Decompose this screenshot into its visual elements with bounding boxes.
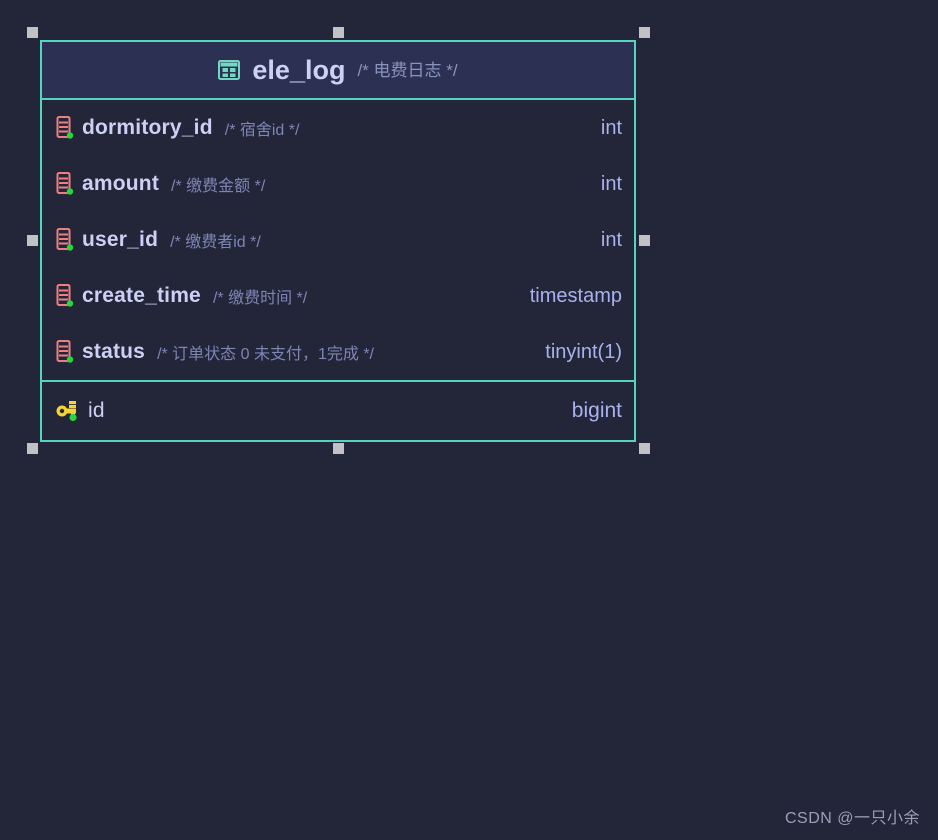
table-row[interactable]: user_id /* 缴费者id */ int (42, 212, 634, 268)
watermark: CSDN @一只小余 (784, 810, 920, 827)
key-icon (56, 401, 77, 422)
column-icon (56, 284, 74, 307)
handle-middle-right[interactable] (639, 235, 650, 246)
handle-top-right[interactable] (639, 27, 650, 38)
column-comment: /* 缴费时间 */ (212, 290, 308, 307)
primary-key-name: id (88, 399, 105, 422)
column-comment: /* 订单状态 0 未支付，1完成 */ (157, 346, 374, 363)
column-type: int (600, 116, 622, 139)
column-name: status (82, 340, 146, 363)
column-comment: /* 宿舍id */ (224, 122, 300, 139)
column-icon (56, 172, 74, 195)
handle-bottom-right[interactable] (639, 443, 650, 454)
table-row[interactable]: status /* 订单状态 0 未支付，1完成 */ tinyint(1) (42, 324, 634, 380)
column-icon (56, 228, 74, 251)
entity-title: ele_log (252, 54, 346, 85)
entity-table-ele_log[interactable]: ele_log /* 电费日志 */ dormitory_id /* 宿舍id … (40, 40, 636, 442)
column-type: timestamp (529, 284, 622, 307)
table-row[interactable]: amount /* 缴费金额 */ int (42, 156, 634, 212)
column-name: dormitory_id (82, 116, 213, 139)
column-comment: /* 缴费金额 */ (171, 178, 266, 195)
column-name: amount (82, 172, 160, 195)
table-row[interactable]: dormitory_id /* 宿舍id */ int (42, 100, 634, 156)
column-type: tinyint(1) (545, 340, 622, 363)
column-icon (56, 340, 74, 363)
column-icon (56, 116, 74, 139)
table-grid-icon (218, 60, 241, 80)
handle-bottom-left[interactable] (27, 443, 38, 454)
column-type: int (600, 172, 622, 195)
handle-middle-left[interactable] (27, 235, 38, 246)
handle-top-center[interactable] (333, 27, 344, 38)
table-row[interactable]: create_time /* 缴费时间 */ timestamp (42, 268, 634, 324)
column-name: user_id (82, 228, 159, 251)
entity-title-comment: /* 电费日志 */ (357, 60, 458, 80)
column-name: create_time (82, 284, 201, 307)
column-list: dormitory_id /* 宿舍id */ int amount /* 缴费… (42, 100, 634, 380)
column-type: int (600, 228, 622, 251)
primary-key-type: bigint (571, 399, 622, 422)
primary-key-row[interactable]: id bigint (42, 382, 634, 440)
entity-header[interactable]: ele_log /* 电费日志 */ (42, 42, 634, 100)
diagram-canvas[interactable]: ele_log /* 电费日志 */ dormitory_id /* 宿舍id … (0, 0, 938, 840)
handle-bottom-center[interactable] (333, 443, 344, 454)
column-comment: /* 缴费者id */ (170, 234, 261, 251)
handle-top-left[interactable] (27, 27, 38, 38)
